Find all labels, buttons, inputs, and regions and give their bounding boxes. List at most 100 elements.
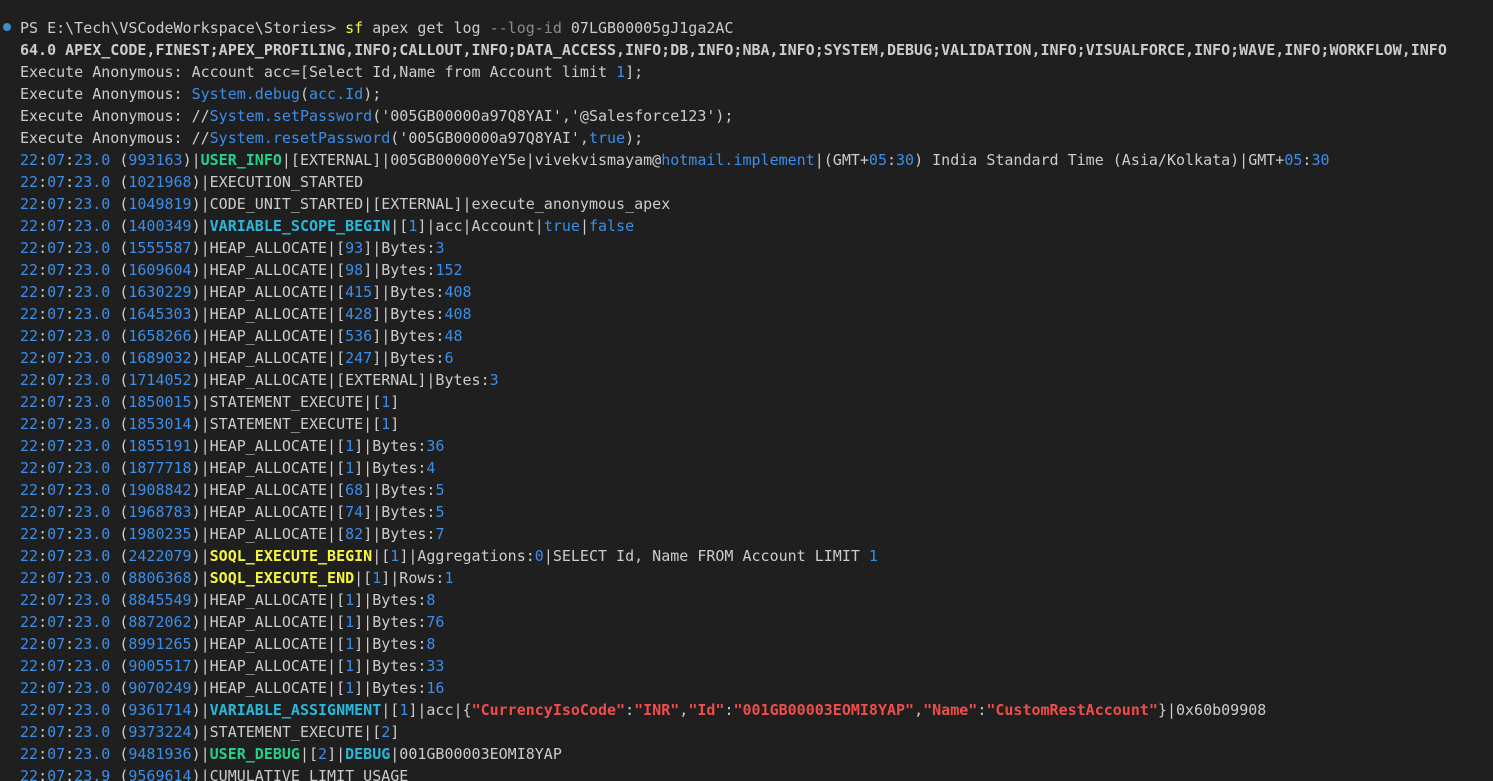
log-segment: 05 bbox=[868, 151, 887, 169]
log-segment: : bbox=[65, 327, 75, 345]
log-segment: 07 bbox=[47, 305, 66, 323]
log-segment: : bbox=[65, 459, 75, 477]
log-segment: 1 bbox=[390, 547, 400, 565]
log-segment: : bbox=[65, 437, 75, 455]
log-segment: : bbox=[65, 701, 75, 719]
log-segment: )|HEAP_ALLOCATE|[ bbox=[191, 481, 346, 499]
log-segment: )|STATEMENT_EXECUTE|[ bbox=[191, 415, 382, 433]
log-segment: 1853014 bbox=[128, 415, 192, 433]
log-segment: "001GB00003EOMI8YAP" bbox=[733, 701, 915, 719]
log-segment: 1658266 bbox=[128, 327, 192, 345]
log-segment: 1 bbox=[372, 569, 382, 587]
log-segment: 23.0 bbox=[74, 283, 111, 301]
log-segment: )|HEAP_ALLOCATE|[ bbox=[191, 613, 346, 631]
log-segment: : bbox=[65, 217, 75, 235]
log-segment: : bbox=[38, 173, 48, 191]
log-segment: 23.0 bbox=[74, 745, 111, 763]
log-segment: ( bbox=[110, 591, 129, 609]
log-segment: 07 bbox=[47, 525, 66, 543]
log-segment: 33 bbox=[426, 657, 445, 675]
log-line: 22:07:23.0 (1980235)|HEAP_ALLOCATE|[82]|… bbox=[20, 523, 1493, 545]
log-segment: 22 bbox=[20, 481, 39, 499]
log-segment: 1 bbox=[345, 657, 355, 675]
log-segment: 22 bbox=[20, 525, 39, 543]
log-segment: : bbox=[65, 173, 75, 191]
log-segment: DEBUG bbox=[345, 745, 391, 763]
log-segment: 8806368 bbox=[128, 569, 192, 587]
log-line: 22:07:23.0 (1968783)|HEAP_ALLOCATE|[74]|… bbox=[20, 501, 1493, 523]
log-segment: 1908842 bbox=[128, 481, 192, 499]
terminal-panel[interactable]: PS E:\Tech\VSCodeWorkspace\Stories> sf a… bbox=[0, 0, 1493, 781]
log-segment: 1 bbox=[345, 459, 355, 477]
log-segment: 23.0 bbox=[74, 415, 111, 433]
log-segment: ]|Bytes: bbox=[363, 261, 436, 279]
log-segment: 23.0 bbox=[74, 569, 111, 587]
log-segment: ] bbox=[390, 415, 400, 433]
log-segment: 22 bbox=[20, 261, 39, 279]
log-segment: : bbox=[38, 635, 48, 653]
log-segment: 07 bbox=[47, 723, 66, 741]
log-segment: : bbox=[38, 525, 48, 543]
log-segment: ( bbox=[110, 745, 129, 763]
log-segment: ]|Bytes: bbox=[363, 481, 436, 499]
log-segment: 1 bbox=[345, 591, 355, 609]
log-segment: )|HEAP_ALLOCATE|[ bbox=[191, 283, 346, 301]
log-segment: : bbox=[38, 195, 48, 213]
log-segment: 5 bbox=[435, 503, 445, 521]
log-segment: )|HEAP_ALLOCATE|[ bbox=[191, 327, 346, 345]
log-segment: : bbox=[65, 393, 75, 411]
log-segment: : bbox=[65, 679, 75, 697]
log-segment: ( bbox=[110, 679, 129, 697]
log-segment: "Id" bbox=[688, 701, 725, 719]
log-segment: ( bbox=[110, 503, 129, 521]
log-segment: 05 bbox=[1284, 151, 1303, 169]
log-segment: ]|Bytes: bbox=[363, 239, 436, 257]
log-segment: ('005GB00000a97Q8YAI', bbox=[390, 129, 589, 147]
log-segment: 07 bbox=[47, 173, 66, 191]
log-segment: 8991265 bbox=[128, 635, 192, 653]
log-segment: : bbox=[38, 459, 48, 477]
log-segment: 8 bbox=[426, 635, 436, 653]
log-segment: ( bbox=[110, 261, 129, 279]
log-segment: ( bbox=[110, 217, 129, 235]
log-segment: ( bbox=[110, 613, 129, 631]
log-segment: ( bbox=[110, 305, 129, 323]
command-status-indicator[interactable] bbox=[3, 23, 11, 31]
log-segment: ( bbox=[110, 723, 129, 741]
log-segment: ]|Bytes: bbox=[354, 657, 427, 675]
log-line: 22:07:23.0 (993163)|USER_INFO|[EXTERNAL]… bbox=[20, 149, 1493, 171]
log-segment: )| bbox=[191, 547, 210, 565]
log-segment: 23.0 bbox=[74, 679, 111, 697]
log-segment: 22 bbox=[20, 569, 39, 587]
log-segment: 993163 bbox=[128, 151, 183, 169]
log-segment: ( bbox=[110, 701, 129, 719]
log-segment: : bbox=[38, 261, 48, 279]
log-segment: 23.0 bbox=[74, 503, 111, 521]
log-segment: ]; bbox=[625, 63, 644, 81]
log-segment: 1855191 bbox=[128, 437, 192, 455]
log-segment: Execute Anonymous: // bbox=[20, 129, 210, 147]
log-segment: 23.0 bbox=[74, 701, 111, 719]
log-segment: 8 bbox=[426, 591, 436, 609]
log-segment: 22 bbox=[20, 283, 39, 301]
log-segment: : bbox=[65, 591, 75, 609]
log-segment: : bbox=[65, 503, 75, 521]
log-segment: USER_INFO bbox=[200, 151, 282, 169]
log-segment: 9373224 bbox=[128, 723, 192, 741]
log-segment: 1850015 bbox=[128, 393, 192, 411]
log-segment: ]|Bytes: bbox=[372, 283, 445, 301]
log-segment: )|HEAP_ALLOCATE|[ bbox=[191, 591, 346, 609]
log-segment: ]|Bytes: bbox=[354, 613, 427, 631]
log-segment: : bbox=[65, 525, 75, 543]
log-segment: 4 bbox=[426, 459, 436, 477]
log-segment: ]|Bytes: bbox=[354, 679, 427, 697]
log-segment: 22 bbox=[20, 393, 39, 411]
log-segment: 23.0 bbox=[74, 393, 111, 411]
log-segment: )| bbox=[182, 151, 201, 169]
log-segment: 8872062 bbox=[128, 613, 192, 631]
log-line: 22:07:23.0 (9481936)|USER_DEBUG|[2]|DEBU… bbox=[20, 743, 1493, 765]
log-segment: 23.0 bbox=[74, 305, 111, 323]
log-segment: ( bbox=[110, 349, 129, 367]
log-segment: 1980235 bbox=[128, 525, 192, 543]
log-segment: 1 bbox=[381, 415, 391, 433]
